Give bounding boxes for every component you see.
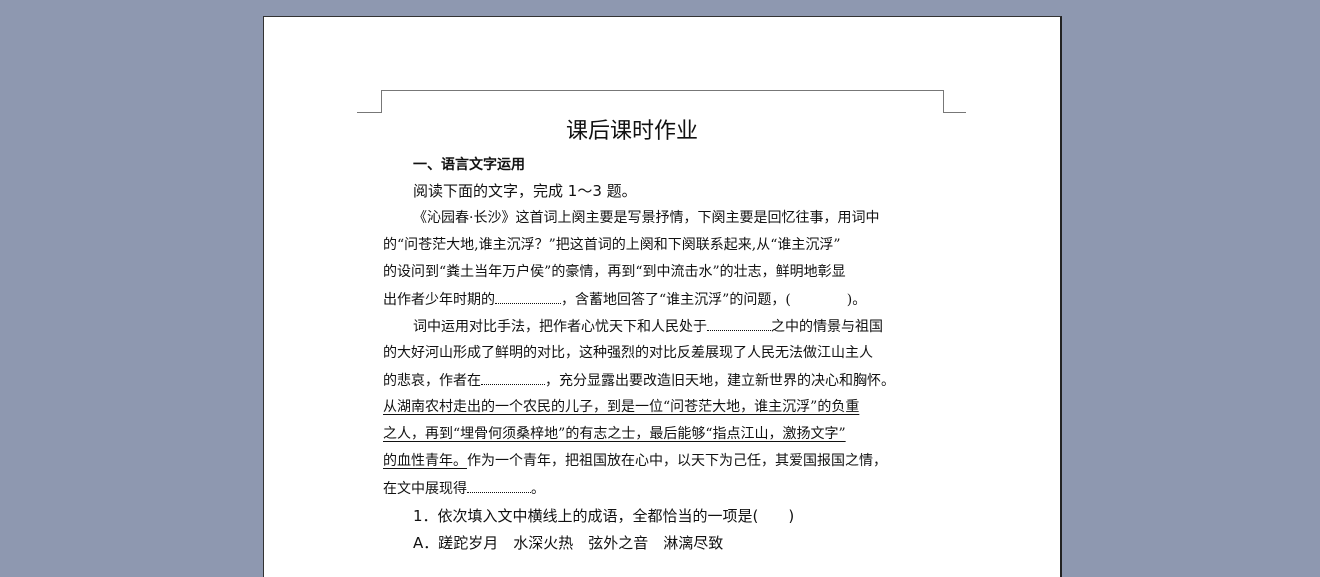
paragraph2-line5-underlined: 之人，再到“埋骨何须桑梓地”的有志之士，最后能够“指点江山，激扬文字” xyxy=(383,426,846,442)
question-1: 1．依次填入文中横线上的成语，全都恰当的一项是( ) xyxy=(413,507,795,525)
paragraph2-line1: 词中运用对比手法，把作者心忧天下和人民处于 之中的情景与祖国 xyxy=(413,316,973,337)
paragraph2-line6-underlined: 的血性青年。 xyxy=(383,453,467,469)
paragraph2-line7-start: 在文中展现得 xyxy=(383,481,467,497)
instruction-text: 阅读下面的文字，完成 1～3 题。 xyxy=(413,182,637,200)
paragraph2-line3-start: 的悲哀，作者在 xyxy=(383,373,481,389)
header-rule-right-v xyxy=(943,90,944,113)
paragraph1-line1: 《沁园春·长沙》这首词上阕主要是写景抒情，下阕主要是回忆往事，用词中 xyxy=(413,210,880,226)
paragraph2-line1-start: 词中运用对比手法，把作者心忧天下和人民处于 xyxy=(413,319,707,335)
paragraph1-line3: 的设问到“粪土当年万户侯”的豪情，再到“到中流击水”的壮志，鲜明地彰显 xyxy=(383,264,846,280)
document-page: 课后课时作业 一、语言文字运用 阅读下面的文字，完成 1～3 题。 《沁园春·长… xyxy=(263,16,1062,577)
paragraph1-line4-start: 出作者少年时期的 xyxy=(383,292,495,308)
fill-blank-1 xyxy=(495,289,561,304)
paragraph2-line3-end: ，充分显露出要改造旧天地，建立新世界的决心和胸怀。 xyxy=(545,373,895,389)
paragraph1-line2: 的“问苍茫大地,谁主沉浮？”把这首词的上阕和下阕联系起来,从“谁主沉浮” xyxy=(383,237,841,253)
paragraph2-line6: 的血性青年。作为一个青年，把祖国放在心中，以天下为己任，其爱国报国之情， xyxy=(383,451,943,471)
paragraph1-line4-end: ，含蓄地回答了“谁主沉浮”的问题，( )。 xyxy=(561,292,867,308)
paragraph1-line4: 出作者少年时期的 ，含蓄地回答了“谁主沉浮”的问题，( )。 xyxy=(383,289,943,310)
page-title: 课后课时作业 xyxy=(565,119,698,144)
paragraph2-line7-end: 。 xyxy=(531,481,545,497)
header-rule-top xyxy=(381,90,943,91)
fill-blank-3 xyxy=(481,370,545,385)
option-a: A．蹉跎岁月 水深火热 弦外之音 淋漓尽致 xyxy=(413,534,724,552)
paragraph2-line2: 的大好河山形成了鲜明的对比，这种强烈的对比反差展现了人民无法做江山主人 xyxy=(383,345,873,361)
section-heading: 一、语言文字运用 xyxy=(413,157,525,173)
fill-blank-4 xyxy=(467,478,531,493)
header-rule-left-v xyxy=(381,90,382,113)
paragraph2-line7: 在文中展现得 。 xyxy=(383,478,943,499)
paragraph2-line6-rest: 作为一个青年，把祖国放在心中，以天下为己任，其爱国报国之情， xyxy=(467,453,887,469)
paragraph2-line4-underlined: 从湖南农村走出的一个农民的儿子，到是一位“问苍茫大地，谁主沉浮”的负重 xyxy=(383,399,860,415)
paragraph2-line3: 的悲哀，作者在 ，充分显露出要改造旧天地，建立新世界的决心和胸怀。 xyxy=(383,370,943,391)
paragraph2-line1-end: 之中的情景与祖国 xyxy=(771,319,883,335)
fill-blank-2 xyxy=(707,316,771,331)
